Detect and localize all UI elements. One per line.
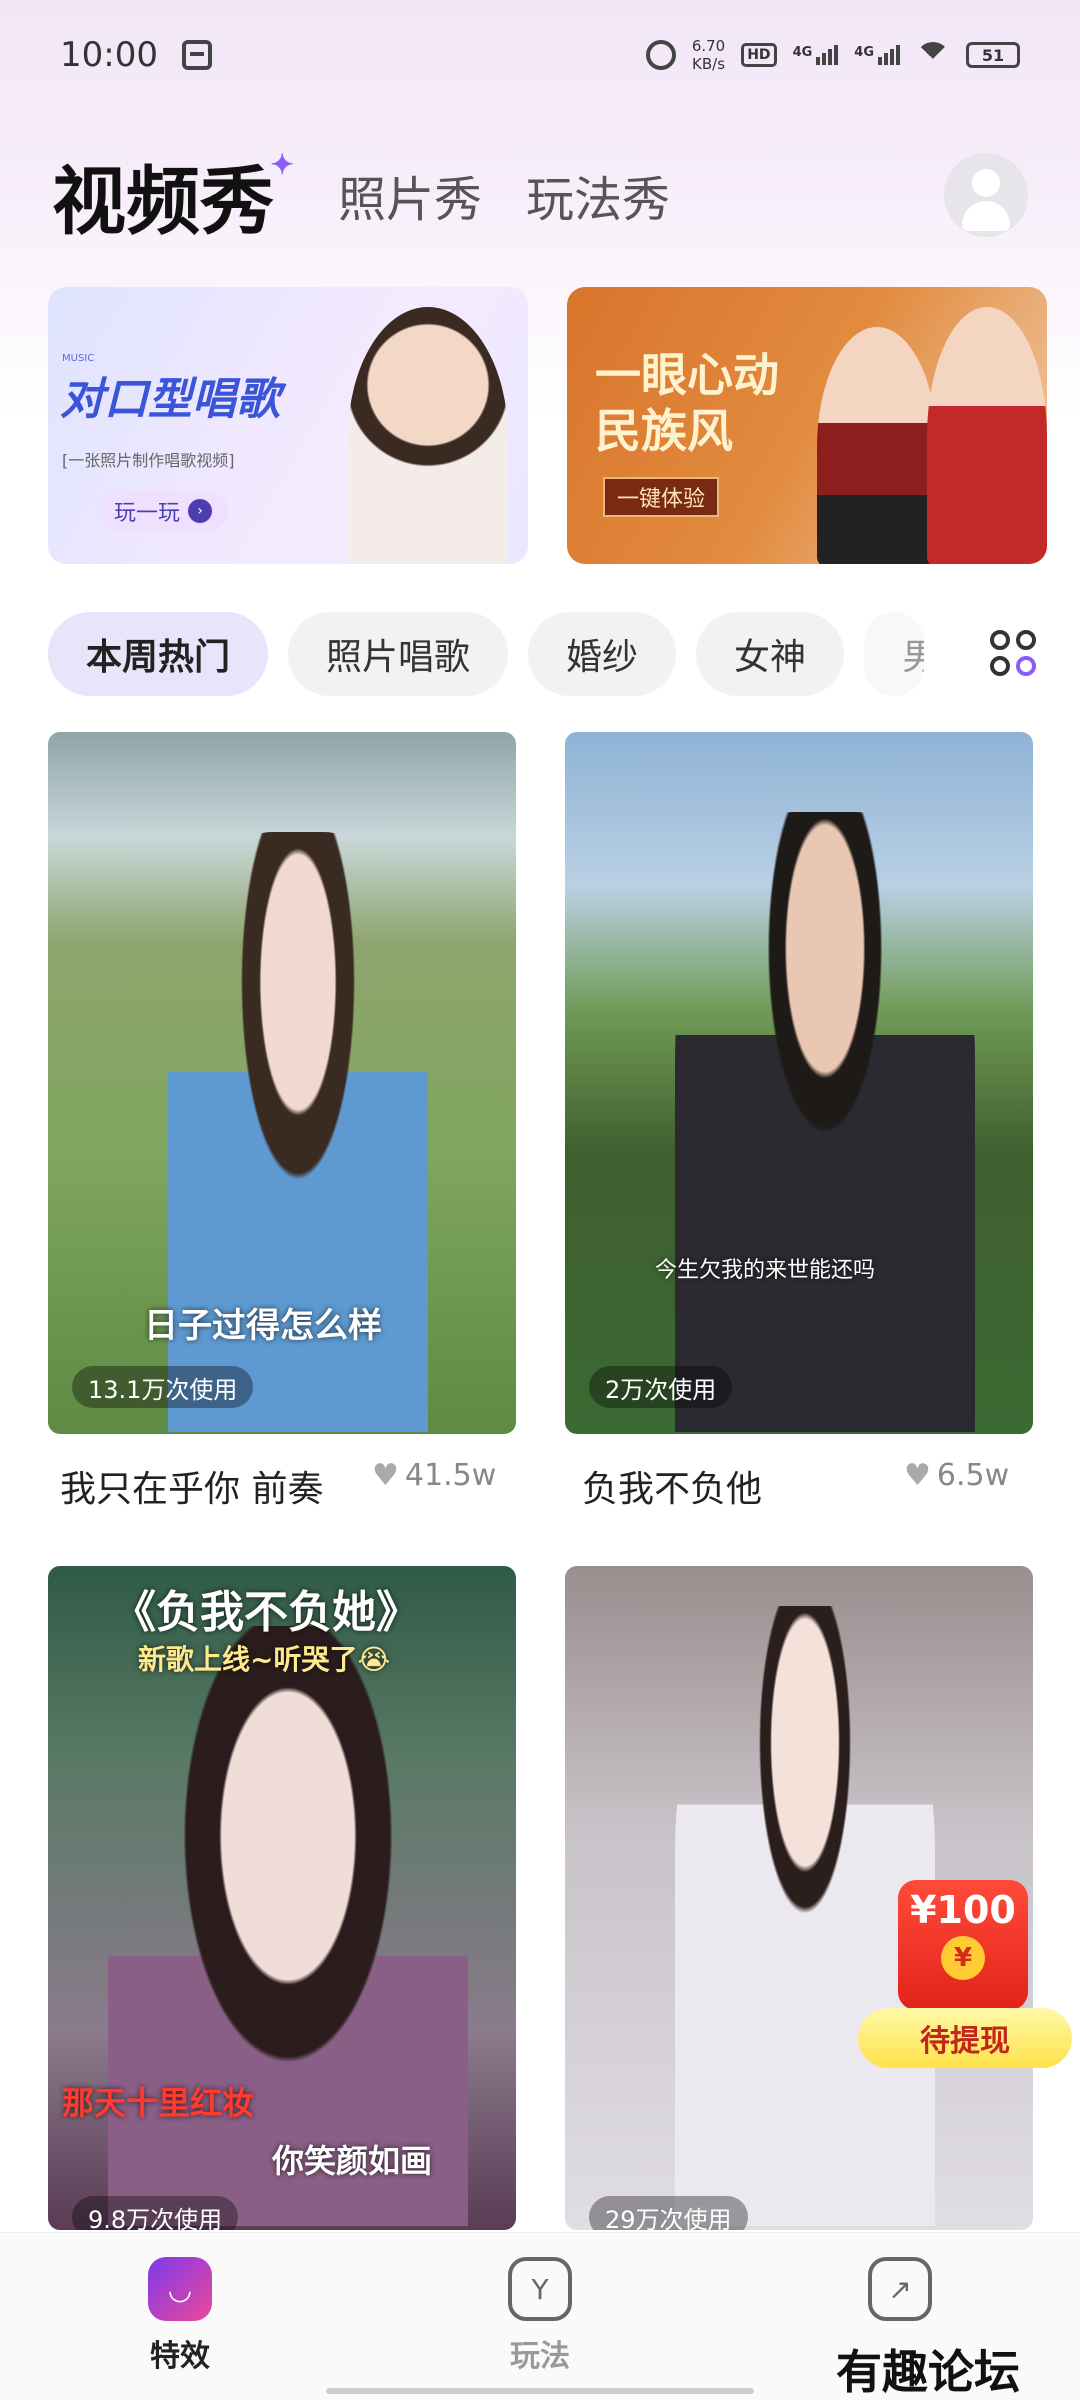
banner-try-button[interactable]: 一键体验 bbox=[603, 477, 720, 517]
card-lyric-b2: 你笑颜如画 bbox=[272, 2142, 433, 2180]
withdraw-button[interactable]: 待提现 bbox=[858, 2008, 1072, 2068]
video-card-1[interactable]: 日子过得怎么样 13.1万次使用 bbox=[48, 732, 516, 1434]
notification-icon bbox=[181, 40, 212, 70]
nav-label: 特效 bbox=[150, 2339, 210, 2374]
status-right: 6.70 KB/s HD 4G 4G 51 bbox=[645, 37, 1020, 73]
shield-icon: Y bbox=[508, 2257, 572, 2321]
signal-icon: 4G bbox=[793, 45, 839, 65]
nav-label: 玩法 bbox=[510, 2339, 570, 2374]
card-lyric-sub: 新歌上线~听哭了😭 bbox=[138, 1643, 391, 1676]
net-label-2: 4G bbox=[854, 45, 874, 60]
usage-badge: 2万次使用 bbox=[589, 1366, 733, 1408]
banner-lip-sync[interactable]: MUSIC 对口型唱歌 [一张照片制作唱歌视频] 玩一玩 › bbox=[48, 287, 528, 564]
chip-photo-singing[interactable]: 照片唱歌 bbox=[288, 612, 509, 696]
net-label: 4G bbox=[792, 45, 813, 60]
header: 视频秀 ✦ 照片秀 玩法秀 bbox=[52, 140, 1028, 250]
speed-unit: KB/s bbox=[692, 55, 726, 73]
likes-count: 41.5w bbox=[404, 1458, 497, 1493]
card-title-1[interactable]: 我只在乎你 前奏 bbox=[60, 1460, 323, 1512]
chip-wedding[interactable]: 婚纱 bbox=[528, 612, 677, 696]
heart-icon: ♥ bbox=[372, 1458, 399, 1493]
card-lyric-b1: 那天十里红妆 bbox=[62, 2084, 255, 2122]
note-icon: ↗ bbox=[868, 2257, 932, 2321]
video-card-3[interactable]: 《负我不负她》 新歌上线~听哭了😭 那天十里红妆 你笑颜如画 9.8万次使用 bbox=[48, 1566, 516, 2230]
likes-count: 6.5w bbox=[936, 1458, 1010, 1493]
chip-goddess[interactable]: 女神 bbox=[696, 612, 845, 696]
face-icon: ◡ bbox=[148, 2257, 212, 2321]
tab-photo-show[interactable]: 照片秀 bbox=[338, 160, 482, 230]
banner-cta-label: 玩一玩 bbox=[114, 501, 181, 526]
watermark: 有趣论坛 bbox=[836, 2345, 1020, 2399]
banner-subtitle: [一张照片制作唱歌视频] bbox=[62, 451, 235, 470]
usage-badge: 9.8万次使用 bbox=[72, 2196, 239, 2230]
nav-effects[interactable]: ◡ 特效 bbox=[120, 2257, 240, 2375]
tab-video-show[interactable]: 视频秀 ✦ bbox=[52, 142, 294, 249]
hd-icon: HD bbox=[741, 43, 777, 67]
card-title-2[interactable]: 负我不负他 bbox=[582, 1460, 762, 1512]
status-bar: 10:00 6.70 KB/s HD 4G 4G 51 bbox=[0, 0, 1080, 110]
card-likes-2: ♥ 6.5w bbox=[904, 1458, 1009, 1493]
usage-badge: 29万次使用 bbox=[589, 2196, 748, 2230]
reward-amount: ¥100 bbox=[910, 1888, 1016, 1932]
nav-play[interactable]: Y 玩法 bbox=[480, 2257, 600, 2375]
battery-icon: 51 bbox=[966, 42, 1020, 68]
speed-value: 6.70 bbox=[691, 37, 726, 55]
card-lyric-top: 《负我不负她》 bbox=[112, 1587, 420, 1638]
nav-third[interactable]: ↗ bbox=[840, 2257, 960, 2331]
avatar[interactable] bbox=[944, 153, 1028, 237]
signal-icon-2: 4G bbox=[854, 45, 900, 65]
chip-weekly-hot[interactable]: 本周热门 bbox=[48, 612, 269, 696]
card-lyric: 今生欠我的来世能还吗 bbox=[655, 1258, 876, 1283]
red-packet[interactable]: ¥100 ¥ bbox=[898, 1880, 1028, 2010]
heart-icon: ♥ bbox=[904, 1458, 931, 1493]
page-title: 视频秀 bbox=[52, 158, 274, 245]
chip-male[interactable]: 男 bbox=[864, 612, 925, 696]
alarm-icon bbox=[645, 40, 676, 70]
video-card-2[interactable]: 今生欠我的来世能还吗 2万次使用 bbox=[565, 732, 1033, 1434]
cash-reward-widget[interactable]: ¥100 ¥ 待提现 bbox=[858, 1880, 1072, 2068]
arrow-right-icon: › bbox=[188, 499, 213, 523]
category-chips: 本周热门 照片唱歌 婚纱 女神 男 bbox=[48, 612, 1068, 696]
network-speed: 6.70 KB/s bbox=[692, 37, 725, 73]
banner-title: 对口型唱歌 bbox=[60, 374, 280, 425]
home-indicator[interactable] bbox=[326, 2388, 754, 2394]
grid-menu-icon[interactable] bbox=[990, 630, 1040, 680]
status-time: 10:00 bbox=[60, 35, 158, 75]
banner-title-2: 一眼心动民族风 bbox=[595, 348, 779, 458]
banner-portrait-2 bbox=[817, 327, 937, 564]
card-likes-1: ♥ 41.5w bbox=[372, 1458, 496, 1493]
banner-portrait-3 bbox=[927, 307, 1047, 564]
tab-play-show[interactable]: 玩法秀 bbox=[526, 160, 670, 230]
card-figure bbox=[675, 812, 975, 1432]
banner-portrait bbox=[348, 307, 508, 564]
sparkle-icon: ✦ bbox=[270, 147, 294, 181]
banner-ethnic-style[interactable]: 一眼心动民族风 一键体验 bbox=[567, 287, 1047, 564]
card-figure bbox=[675, 1606, 935, 2226]
wifi-icon bbox=[916, 42, 950, 68]
banner-play-button[interactable]: 玩一玩 › bbox=[98, 491, 229, 531]
card-lyric: 日子过得怎么样 bbox=[144, 1306, 382, 1346]
usage-badge: 13.1万次使用 bbox=[72, 1366, 254, 1408]
coin-icon: ¥ bbox=[941, 1936, 985, 1980]
